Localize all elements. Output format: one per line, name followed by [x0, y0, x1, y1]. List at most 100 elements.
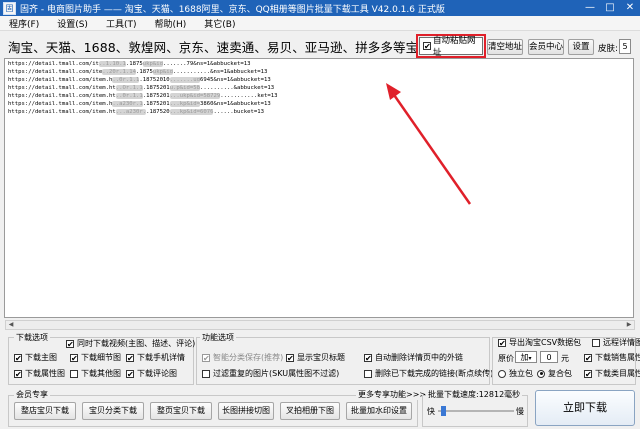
sales-attr-checkbox[interactable]: ✔ 下载销售属性	[584, 352, 640, 363]
export-csv-checkbox[interactable]: ✔ 导出淘宝CSV数据包	[498, 337, 581, 348]
title-bar: 固 固齐 - 电商图片助手 —— 淘宝、天猫、1688阿里、京东、QQ相册等图片…	[0, 0, 640, 16]
download-option-label: 同时下载视频(主图、描述、评论)	[77, 339, 196, 348]
url-segment: ...a230r.	[115, 109, 147, 115]
scroll-right-icon[interactable]: ▶	[624, 321, 634, 329]
url-line: https://detail.tmall.com/item.h..a230r.1…	[8, 100, 630, 108]
url-segment: ..Or.1.1	[115, 85, 143, 91]
radio-combined-package[interactable]: 复合包	[537, 368, 572, 379]
download-option-checkbox[interactable]: ✔ 下载评论图	[126, 368, 177, 379]
url-line: https://detail.tmall.com/ite..20r.1.14.1…	[8, 68, 630, 76]
sales-attr-label: 下载销售属性	[595, 353, 640, 362]
speed-slow-label: 慢	[516, 407, 524, 416]
start-download-button[interactable]: 立即下载	[535, 390, 635, 426]
url-line: https://detail.tmall.com/item.ht...a230r…	[8, 108, 630, 116]
url-input-label: 淘宝、天猫、1688、敦煌网、京东、速卖通、易贝、亚马逊、拼多多等宝贝地址:	[8, 40, 461, 55]
url-line: https://detail.tmall.com/it..1.10.1.1875…	[8, 60, 630, 68]
menu-help[interactable]: 帮助(H)	[145, 17, 195, 30]
download-option-checkbox[interactable]: 下载其他图	[70, 368, 121, 379]
download-option-checkbox[interactable]: ✔ 下载属性图	[14, 368, 65, 379]
function-option-checkbox[interactable]: ✔ 智能分类保存(推荐)	[202, 352, 283, 363]
function-option-checkbox[interactable]: 过滤重复的图片(SKU属性图不过滤)	[202, 368, 339, 379]
download-option-checkbox[interactable]: ✔ 同时下载视频(主图、描述、评论)	[66, 338, 195, 349]
menu-other[interactable]: 其它(B)	[195, 17, 244, 30]
url-segment: ukp&id	[152, 69, 174, 75]
member-center-button[interactable]: 会员中心	[528, 39, 564, 55]
function-option-label: 显示宝贝标题	[297, 353, 345, 362]
slider-thumb[interactable]	[441, 406, 446, 416]
download-option-label: 下载其他图	[81, 369, 121, 378]
price-operator-select[interactable]: 加▾	[515, 351, 537, 363]
url-segment: .18752010	[139, 77, 170, 83]
checkbox-icon: ✔	[14, 353, 22, 363]
checkbox-icon	[364, 369, 372, 378]
download-option-label: 下载评论图	[137, 369, 177, 378]
checkbox-icon: ✔	[286, 353, 294, 363]
speed-slider[interactable]	[438, 406, 514, 416]
download-option-checkbox[interactable]: ✔ 下载细节图	[70, 352, 121, 363]
shop-download-button[interactable]: 整店宝贝下载	[14, 402, 76, 420]
menu-settings[interactable]: 设置(S)	[48, 17, 97, 30]
category-attr-checkbox[interactable]: ✔ 下载类目属性	[584, 368, 640, 379]
radio-single-package[interactable]: 独立包	[498, 368, 533, 379]
checkbox-icon: ✔	[498, 338, 506, 348]
album-download-button[interactable]: 叉拍相册下图	[280, 402, 340, 420]
annotation-arrow	[386, 83, 472, 205]
download-option-checkbox[interactable]: ✔ 下载手机详情	[126, 352, 185, 363]
url-segment: ...kp&id=6076	[169, 109, 214, 115]
clear-urls-button[interactable]: 清空地址	[487, 39, 523, 55]
url-prefix: https://detail.tmall.com/ite	[8, 69, 103, 75]
close-button[interactable]: ✕	[620, 0, 640, 16]
menu-program[interactable]: 程序(F)	[0, 17, 48, 30]
remote-detail-label: 远程详情图	[603, 338, 640, 347]
url-segment: u.p&id=58	[169, 85, 200, 91]
page-download-button[interactable]: 整页宝贝下载	[150, 402, 212, 420]
url-segment: .1875	[135, 69, 153, 75]
settings-button[interactable]: 设置	[568, 39, 594, 55]
watermark-settings-button[interactable]: 批量加水印设置	[346, 402, 412, 420]
export-csv-label: 导出淘宝CSV数据包	[509, 338, 582, 347]
checkbox-icon: ✔	[584, 353, 592, 363]
function-option-label: 删除已下载完成的链接(断点续传)	[375, 369, 494, 378]
download-option-checkbox[interactable]: ✔ 下载主图	[14, 352, 57, 363]
url-prefix: https://detail.tmall.com/item.ht	[8, 85, 116, 91]
url-segment: .187520	[146, 109, 170, 115]
menu-tools[interactable]: 工具(T)	[97, 17, 146, 30]
url-segment: ..1.10.1	[98, 61, 126, 67]
auto-paste-checkbox[interactable]: ✔ 自动粘贴网址	[419, 36, 483, 58]
url-suffix: 6945&ns=1&abbucket=13	[199, 77, 271, 83]
price-adjust-input[interactable]: 0	[540, 351, 558, 363]
function-option-checkbox[interactable]: ✔ 显示宝贝标题	[286, 352, 345, 363]
radio-single-label: 独立包	[509, 369, 533, 378]
horizontal-scrollbar[interactable]: ◀ ▶	[5, 320, 635, 330]
url-suffix: ......bucket=13	[213, 109, 264, 115]
url-segment: ..0r.1.1	[112, 77, 140, 83]
url-segment: ..a230r.1	[112, 101, 143, 107]
scroll-left-icon[interactable]: ◀	[6, 321, 16, 329]
url-list-textarea[interactable]: https://detail.tmall.com/it..1.10.1.1875…	[4, 58, 634, 318]
function-option-checkbox[interactable]: 删除已下载完成的链接(断点续传)	[364, 368, 493, 379]
category-download-button[interactable]: 宝贝分类下载	[82, 402, 144, 420]
download-option-label: 下载主图	[25, 353, 57, 362]
url-segment: .......ud	[169, 77, 200, 83]
radio-icon	[498, 369, 506, 378]
url-line: https://detail.tmall.com/item.h..0r.1.1.…	[8, 76, 630, 84]
function-option-checkbox[interactable]: ✔ 自动删除详情页中的外链	[364, 352, 463, 363]
long-image-stitch-button[interactable]: 长图拼接切图	[218, 402, 274, 420]
download-option-label: 下载手机详情	[137, 353, 185, 362]
download-options-title: 下载选项	[14, 332, 50, 343]
checkbox-icon: ✔	[70, 353, 78, 363]
chevron-down-icon: ▾	[528, 355, 532, 362]
url-segment: ..20r.1.14	[102, 69, 136, 75]
url-suffix: ...........&ns=1&abbucket=13	[173, 69, 268, 75]
minimize-button[interactable]: —	[580, 0, 600, 16]
remote-detail-checkbox[interactable]: 远程详情图	[592, 337, 640, 348]
slider-track	[438, 410, 514, 412]
price-unit: 元	[561, 354, 569, 363]
radio-icon	[537, 369, 545, 378]
maximize-button[interactable]: □	[600, 0, 620, 16]
more-features-link[interactable]: 更多专享功能>>>	[356, 389, 429, 400]
speed-fast-label: 快	[427, 407, 435, 416]
skin-spinner[interactable]: 5	[619, 39, 631, 54]
window-controls: — □ ✕	[580, 0, 640, 16]
checkbox-icon: ✔	[66, 339, 74, 349]
